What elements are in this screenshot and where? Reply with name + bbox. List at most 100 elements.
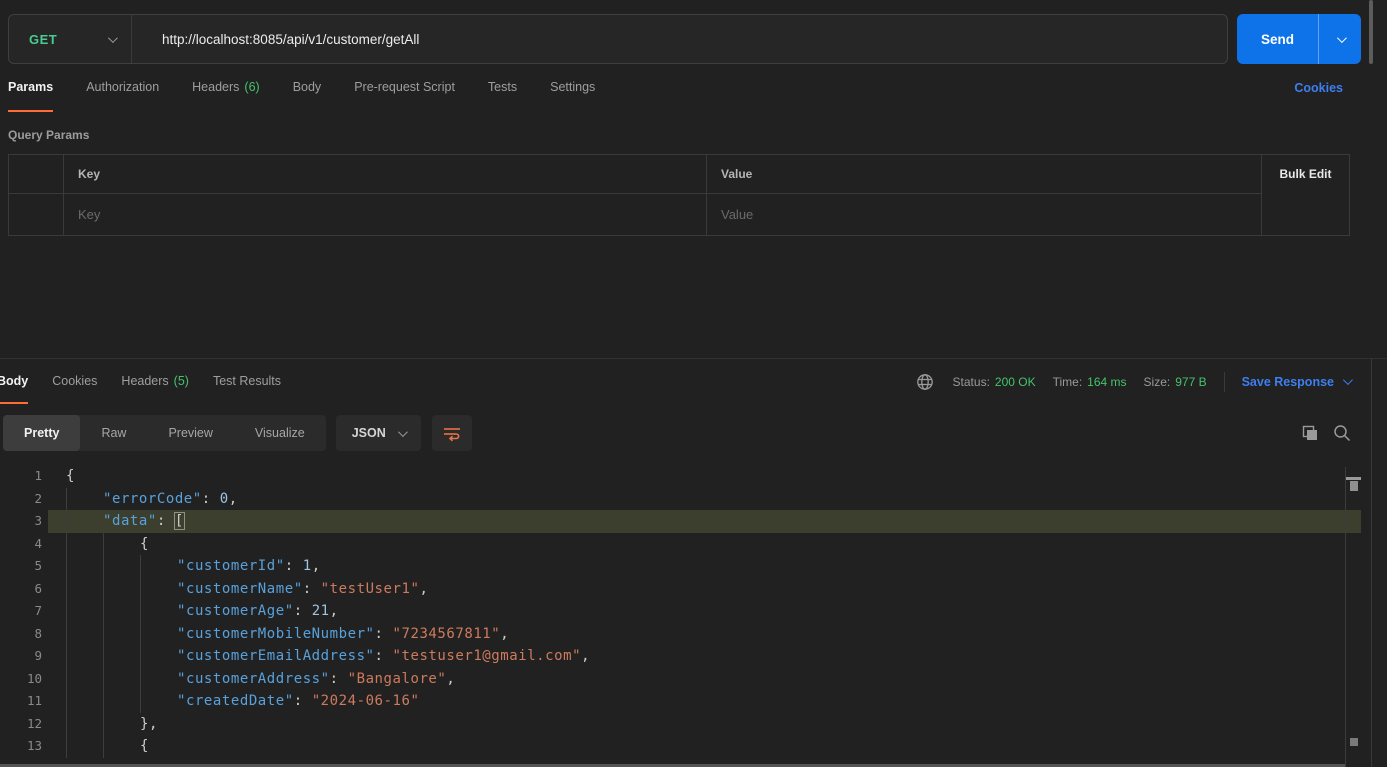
request-tab-params[interactable]: Params (8, 64, 53, 112)
code-token: 21 (312, 603, 330, 619)
code-token: { (140, 536, 149, 552)
indent-guide (140, 578, 177, 601)
view-tab-preview[interactable]: Preview (147, 415, 233, 451)
line-number: 4 (0, 533, 42, 556)
code-token: "data" (103, 513, 157, 529)
checkbox-column-header (9, 155, 63, 194)
view-tab-visualize[interactable]: Visualize (234, 415, 326, 451)
code-token: : (330, 671, 348, 687)
code-line: 10"customerAddress": "Bangalore", (0, 668, 1361, 691)
indent-guide (140, 623, 177, 646)
view-tab-raw[interactable]: Raw (80, 415, 147, 451)
chevron-down-icon (398, 427, 408, 437)
request-tab-settings[interactable]: Settings (550, 64, 595, 112)
code-token: "Bangalore" (348, 671, 447, 687)
indent-guide (140, 555, 177, 578)
line-number: 1 (0, 465, 42, 488)
view-mode-switch: PrettyRawPreviewVisualize (3, 415, 326, 451)
code-token: "customerAge" (177, 603, 294, 619)
row-checkbox-cell (9, 194, 63, 235)
empty-space (0, 236, 1387, 358)
wrap-text-icon (442, 424, 462, 442)
page-scrollbar-thumb[interactable] (1369, 0, 1373, 64)
chevron-down-icon (1336, 33, 1346, 43)
wrap-text-button[interactable] (432, 415, 472, 451)
line-number: 9 (0, 645, 42, 668)
code-line: 12}, (0, 713, 1361, 736)
line-number: 3 (0, 510, 42, 533)
tab-label: Cookies (52, 374, 97, 388)
response-body-editor[interactable]: 1{2"errorCode": 0,3"data": [4{5"customer… (0, 465, 1361, 758)
copy-button[interactable] (1301, 424, 1319, 442)
request-bar: GET Send (0, 0, 1387, 64)
request-tab-pre-request-script[interactable]: Pre-request Script (354, 64, 455, 112)
editor-scrollbar-track[interactable] (1345, 467, 1346, 767)
value-column-header: Value (706, 155, 1261, 194)
save-response-button[interactable]: Save Response (1242, 375, 1350, 389)
tab-label: Settings (550, 80, 595, 94)
indent-guide (66, 555, 103, 578)
tab-count-badge: (6) (244, 80, 259, 94)
code-token: 0 (220, 491, 229, 507)
code-token: , (229, 491, 238, 507)
indent-guide (66, 578, 103, 601)
request-tab-authorization[interactable]: Authorization (86, 64, 159, 112)
search-button[interactable] (1333, 424, 1351, 442)
code-line: 13 { (0, 735, 1361, 758)
indent-guide (140, 668, 177, 691)
code-line: 5"customerId": 1, (0, 555, 1361, 578)
response-size: Size: 977 B (1144, 375, 1207, 389)
line-content: "customerMobileNumber": "7234567811", (42, 623, 509, 646)
request-tab-tests[interactable]: Tests (488, 64, 517, 112)
response-tab-headers[interactable]: Headers(5) (121, 359, 189, 404)
view-tab-pretty[interactable]: Pretty (3, 415, 80, 451)
code-line: 7"customerAge": 21, (0, 600, 1361, 623)
network-globe-icon[interactable] (916, 373, 934, 391)
send-button[interactable]: Send (1237, 14, 1361, 64)
response-time: Time: 164 ms (1053, 375, 1127, 389)
cookies-link[interactable]: Cookies (1294, 64, 1343, 112)
bulk-edit-button[interactable]: Bulk Edit (1279, 167, 1331, 181)
line-number: 7 (0, 600, 42, 623)
indent-guide (66, 735, 103, 758)
code-token: "7234567811" (393, 626, 501, 642)
query-params-title: Query Params (8, 128, 1387, 142)
chevron-down-icon (1343, 375, 1353, 385)
indent-guide (103, 735, 140, 758)
tab-count-badge: (5) (174, 374, 189, 388)
editor-scrollbar-thumb[interactable] (1346, 477, 1361, 480)
format-selector[interactable]: JSON (336, 415, 421, 451)
line-content: { (42, 533, 149, 556)
code-token: , (500, 626, 509, 642)
scrollbar-annotation (1350, 738, 1358, 746)
key-input[interactable] (64, 207, 706, 222)
response-tab-body[interactable]: Body (0, 359, 28, 404)
response-tab-test-results[interactable]: Test Results (213, 359, 281, 404)
key-column-header: Key (63, 155, 706, 194)
tab-label: Authorization (86, 80, 159, 94)
send-button-label[interactable]: Send (1237, 14, 1318, 64)
code-token: , (446, 671, 455, 687)
line-content: { (42, 465, 75, 488)
method-selector[interactable]: GET (9, 15, 131, 63)
code-token: : (303, 581, 321, 597)
line-number: 13 (0, 735, 42, 758)
value-input[interactable] (707, 207, 1261, 222)
line-content: "customerAddress": "Bangalore", (42, 668, 455, 691)
editor-scrollbar-thumb[interactable] (1350, 481, 1358, 491)
request-tab-headers[interactable]: Headers(6) (192, 64, 260, 112)
line-content: { (42, 735, 149, 758)
code-line: 3"data": [ (0, 510, 1361, 533)
line-number: 6 (0, 578, 42, 601)
code-token: 1 (303, 558, 312, 574)
response-tab-cookies[interactable]: Cookies (52, 359, 97, 404)
indent-guide (103, 533, 140, 556)
code-token: { (140, 738, 149, 754)
key-cell (63, 194, 706, 235)
request-tab-body[interactable]: Body (293, 64, 322, 112)
indent-guide (103, 623, 140, 646)
indent-guide (66, 713, 103, 736)
indent-guide (103, 578, 140, 601)
send-options-button[interactable] (1319, 14, 1361, 64)
url-input[interactable] (132, 32, 1227, 47)
